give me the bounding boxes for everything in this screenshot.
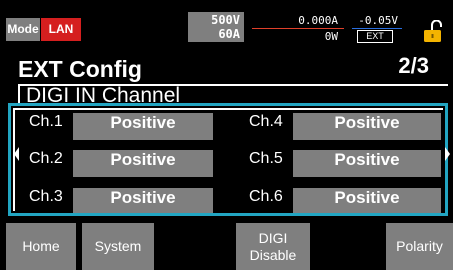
current-rating: 60A (218, 27, 240, 41)
digi-disable-line2: Disable (249, 246, 297, 263)
channel-3-polarity-button[interactable]: Positive (73, 188, 213, 213)
channel-row: Ch.3 Positive Ch.6 Positive (11, 188, 445, 213)
channel-label-1: Ch.1 (29, 113, 63, 130)
mode-badge[interactable]: Mode (6, 18, 40, 41)
channel-label-4: Ch.4 (249, 113, 283, 130)
channel-4-polarity-button[interactable]: Positive (293, 113, 441, 140)
channel-label-5: Ch.5 (249, 150, 283, 167)
status-bar: Mode LAN 500V 60A 0.000A 0W -0.05V EXT (0, 0, 453, 46)
voltage-rating: 500V (211, 13, 240, 27)
channel-row: Ch.1 Positive Ch.4 Positive (11, 113, 445, 141)
digi-disable-line1: DIGI (258, 229, 288, 246)
page-indicator: 2/3 (398, 53, 429, 78)
channel-1-polarity-button[interactable]: Positive (73, 113, 213, 140)
control-source-badge: EXT (357, 30, 393, 43)
channel-2-polarity-button[interactable]: Positive (73, 150, 213, 177)
power-reading: 0W (324, 30, 338, 43)
channel-panel: Ch.1 Positive Ch.4 Positive Ch.2 Positiv… (8, 103, 448, 216)
softkey-bar: Home System DIGI Disable Polarity (0, 223, 453, 270)
channel-5-polarity-button[interactable]: Positive (293, 150, 441, 177)
scroll-right-icon[interactable] (445, 147, 450, 161)
home-softkey[interactable]: Home (6, 223, 76, 270)
section-title: DIGI IN Channel (26, 84, 181, 104)
scroll-left-icon[interactable] (14, 147, 19, 161)
channel-label-2: Ch.2 (29, 150, 63, 167)
section-header: DIGI IN Channel (18, 84, 448, 104)
polarity-softkey[interactable]: Polarity (386, 223, 453, 270)
channel-label-6: Ch.6 (249, 188, 283, 205)
voltage-reading: -0.05V (358, 14, 398, 27)
channel-6-polarity-button[interactable]: Positive (293, 188, 441, 213)
current-underline (252, 28, 344, 29)
channel-row: Ch.2 Positive Ch.5 Positive (11, 150, 445, 178)
lock-open-icon[interactable] (424, 20, 445, 42)
channel-label-3: Ch.3 (29, 188, 63, 205)
rating-display: 500V 60A (188, 12, 244, 42)
lan-badge: LAN (41, 18, 81, 41)
digi-disable-softkey[interactable]: DIGI Disable (236, 223, 310, 270)
current-reading: 0.000A (298, 14, 338, 27)
voltage-underline (352, 28, 402, 29)
system-softkey[interactable]: System (82, 223, 154, 270)
page-title: EXT Config (18, 56, 142, 82)
